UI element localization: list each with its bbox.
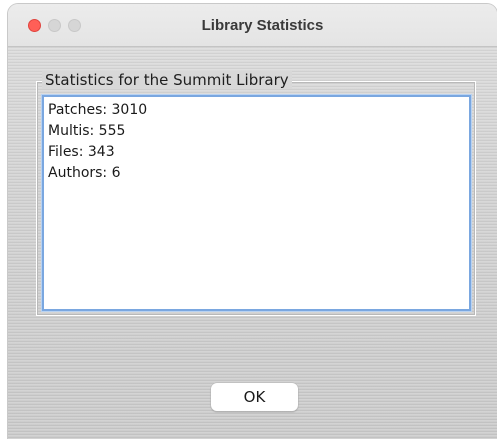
- stat-patches: Patches: 3010: [48, 102, 148, 118]
- statistics-group-title: Statistics for the Summit Library: [42, 71, 292, 89]
- title-bar: Library Statistics: [8, 4, 497, 47]
- ok-button[interactable]: OK: [211, 383, 298, 411]
- library-statistics-dialog: Library Statistics Statistics for the Su…: [8, 4, 497, 439]
- stat-authors: Authors: 6: [48, 165, 121, 181]
- stat-multis: Multis: 555: [48, 123, 126, 139]
- stat-files: Files: 343: [48, 144, 115, 160]
- window-title: Library Statistics: [201, 17, 324, 34]
- statistics-text-area[interactable]: Patches: 3010 Multis: 555 Files: 343 Aut…: [42, 95, 471, 311]
